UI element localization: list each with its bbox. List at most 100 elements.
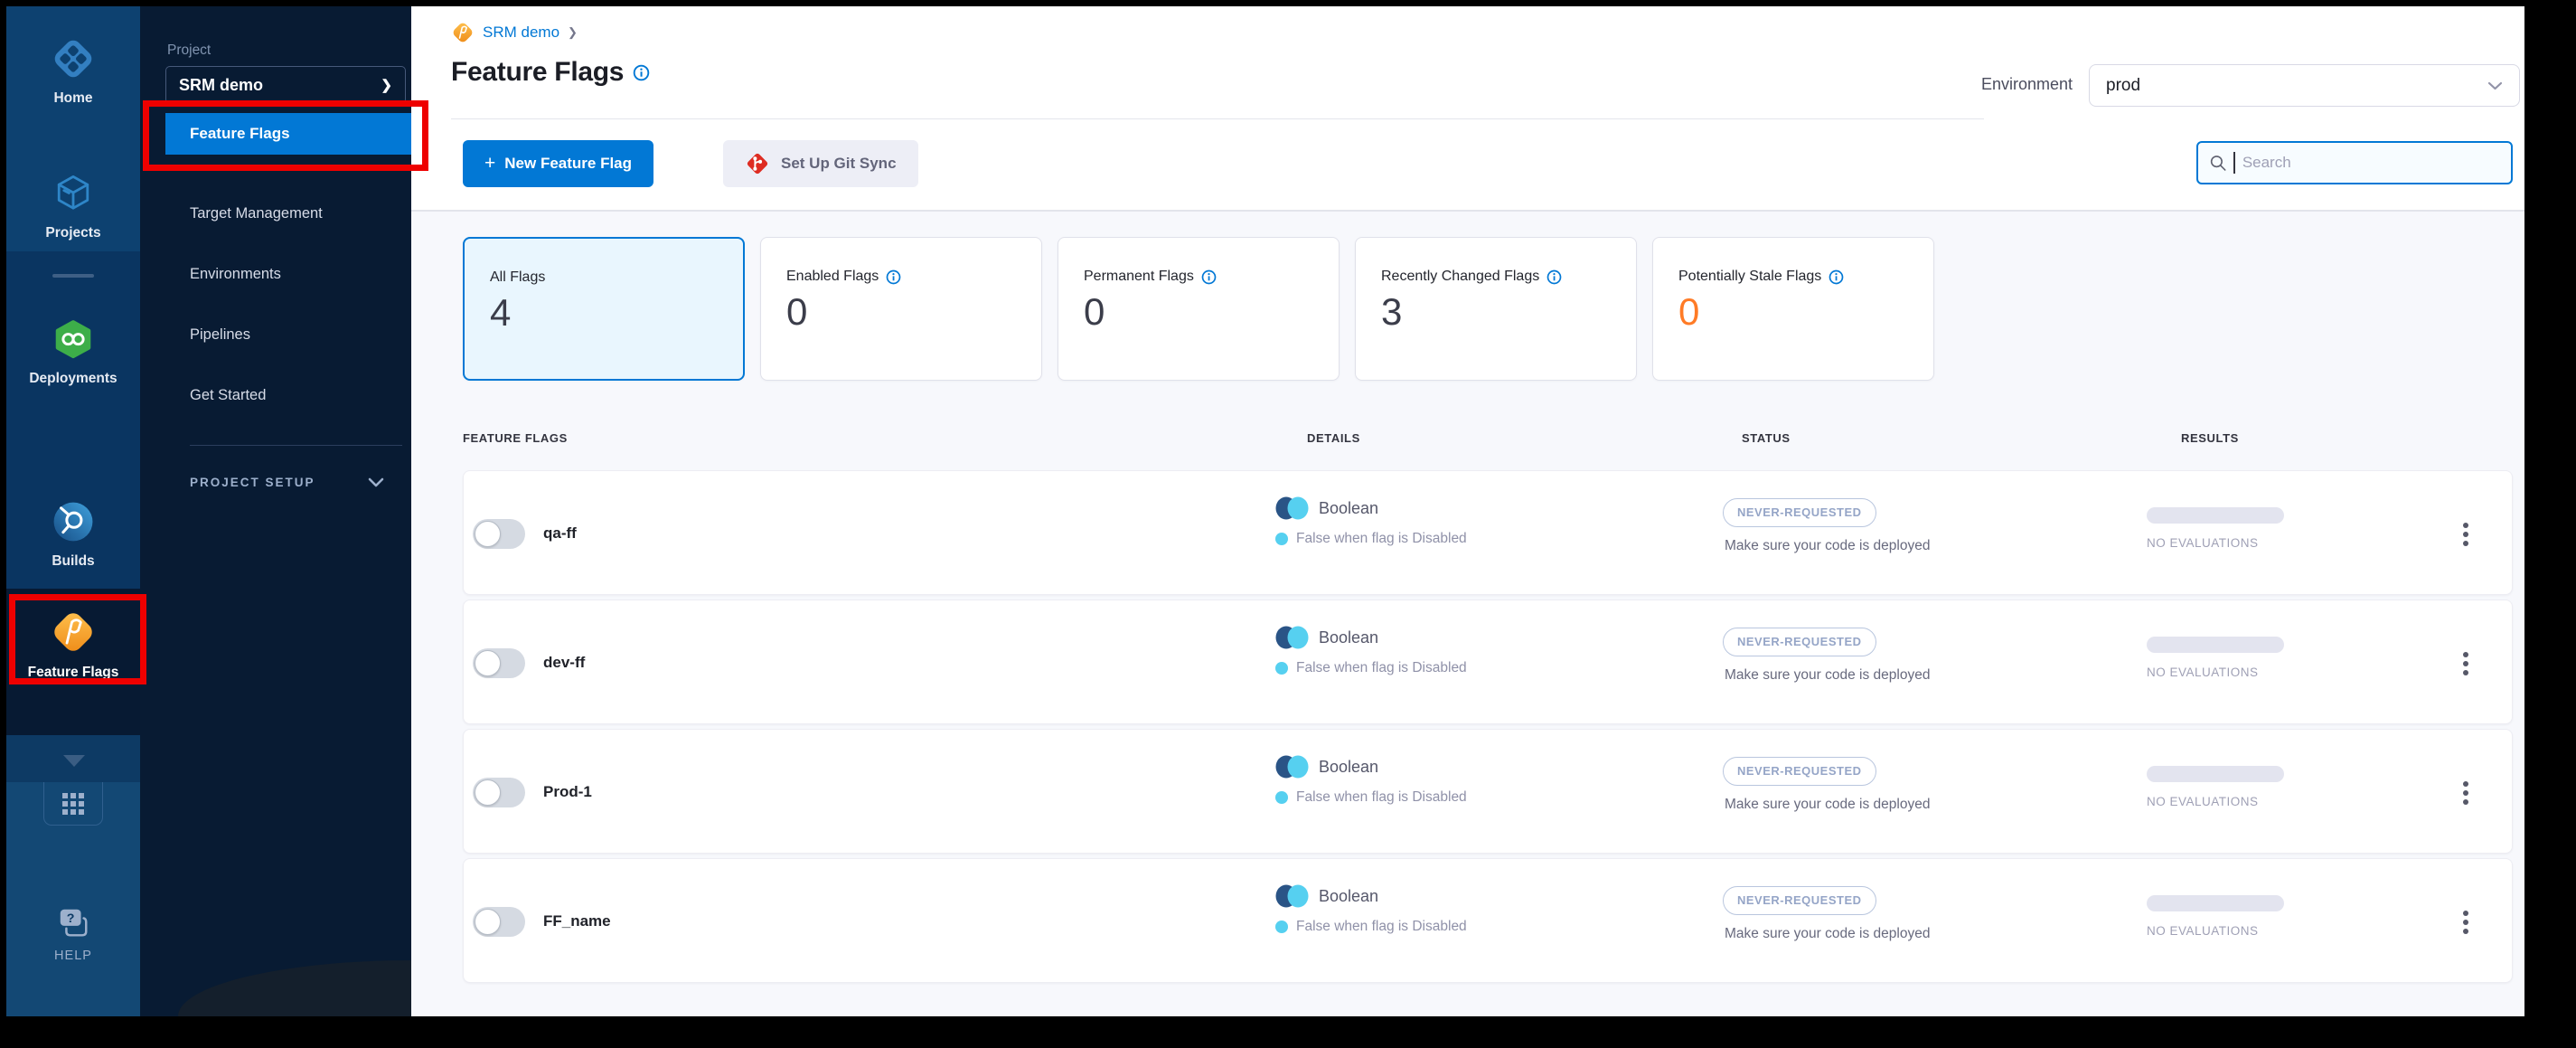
stat-value: 0 <box>786 290 808 333</box>
flag-toggle[interactable] <box>473 519 525 549</box>
table-row[interactable]: Prod-1 Boolean False when flag is Disabl… <box>463 729 2513 854</box>
panel-nav-pipelines[interactable]: Pipelines <box>190 326 250 344</box>
environment-value: prod <box>2106 75 2141 95</box>
status-badge: NEVER-REQUESTED <box>1723 757 1876 786</box>
info-icon[interactable] <box>886 269 901 285</box>
projects-icon <box>57 175 89 210</box>
stat-value: 0 <box>1678 290 1700 333</box>
variation-dot-icon <box>1275 921 1288 933</box>
flag-name: qa-ff <box>543 524 577 542</box>
flag-toggle[interactable] <box>473 907 525 937</box>
table-row[interactable]: FF_name Boolean False when flag is Disab… <box>463 858 2513 983</box>
flag-name: Prod-1 <box>543 783 592 800</box>
new-feature-flag-button[interactable]: + New Feature Flag <box>463 140 654 187</box>
environment-select[interactable]: prod <box>2089 64 2520 107</box>
column-header-details: DETAILS <box>1307 431 1360 445</box>
page-title: Feature Flags <box>451 57 625 87</box>
chevron-right-icon: ❯ <box>568 25 578 39</box>
variation-dot-icon <box>1275 791 1288 804</box>
row-menu-button[interactable] <box>2450 644 2481 684</box>
sidebar-item-builds[interactable]: Builds <box>6 499 140 570</box>
stat-card-enabled-flags[interactable]: Enabled Flags 0 <box>760 237 1042 381</box>
panel-nav-environments[interactable]: Environments <box>190 266 281 283</box>
app-window: Home Projects Deployments Builds Feature… <box>6 6 2524 1016</box>
stat-card-potentially-stale-flags[interactable]: Potentially Stale Flags 0 <box>1652 237 1934 381</box>
project-setup-label: PROJECT SETUP <box>190 476 315 489</box>
help-icon: ? <box>60 909 88 937</box>
flag-type: Boolean <box>1319 886 1379 905</box>
info-icon[interactable] <box>1829 269 1844 285</box>
panel-nav-get-started[interactable]: Get Started <box>190 387 266 404</box>
toggle-knob <box>475 521 501 547</box>
flag-type: Boolean <box>1319 757 1379 776</box>
toggle-knob <box>475 779 501 806</box>
home-icon <box>54 40 92 78</box>
boolean-type-icon <box>1275 626 1309 649</box>
svg-text:?: ? <box>67 911 75 926</box>
main-content: SRM demo ❯ Feature Flags Environment pro… <box>411 6 2524 1016</box>
sidebar-item-home[interactable]: Home <box>6 36 140 107</box>
info-icon[interactable] <box>1201 269 1217 285</box>
default-rule: False when flag is Disabled <box>1296 660 1467 675</box>
chevron-down-icon <box>368 477 384 487</box>
column-header-status: STATUS <box>1742 431 1791 445</box>
boolean-type-icon <box>1275 884 1309 908</box>
text-caret <box>2233 152 2235 174</box>
boolean-type-icon <box>1275 755 1309 779</box>
stat-value: 4 <box>490 291 512 334</box>
variation-dot-icon <box>1275 662 1288 675</box>
table-row[interactable]: qa-ff Boolean False when flag is Disable… <box>463 470 2513 595</box>
breadcrumb-project-link[interactable]: SRM demo <box>483 24 559 42</box>
sidebar-item-label: Home <box>53 90 93 106</box>
toggle-knob <box>475 650 501 676</box>
chevron-right-icon: ❯ <box>381 78 392 93</box>
deployments-icon <box>55 320 91 359</box>
search-box <box>2196 141 2513 184</box>
sidebar-item-feature-flags[interactable]: Feature Flags <box>6 609 140 681</box>
sidebar-item-deployments[interactable]: Deployments <box>6 318 140 387</box>
search-icon <box>2210 156 2226 171</box>
panel-nav-label: Feature Flags <box>190 125 290 142</box>
help-button[interactable]: ? HELP <box>6 906 140 963</box>
results-note: NO EVALUATIONS <box>2147 536 2259 550</box>
toggle-knob <box>475 909 501 935</box>
chevron-down-icon <box>2487 81 2503 90</box>
flag-toggle[interactable] <box>473 778 525 807</box>
flag-name: dev-ff <box>543 654 586 671</box>
column-header-feature-flags: FEATURE FLAGS <box>463 431 568 445</box>
project-selector[interactable]: SRM demo ❯ <box>165 66 406 104</box>
info-icon[interactable] <box>1547 269 1562 285</box>
feature-flags-icon <box>54 613 92 651</box>
panel-nav-feature-flags[interactable]: Feature Flags <box>165 113 411 155</box>
flag-name: FF_name <box>543 912 611 930</box>
status-note: Make sure your code is deployed <box>1725 926 1931 941</box>
module-switcher-button[interactable] <box>43 782 103 826</box>
default-rule: False when flag is Disabled <box>1296 531 1467 546</box>
boolean-type-icon <box>1275 496 1309 520</box>
row-menu-button[interactable] <box>2450 515 2481 554</box>
sidebar-item-projects[interactable]: Projects <box>6 169 140 241</box>
git-sync-label: Set Up Git Sync <box>781 155 897 172</box>
set-up-git-sync-button[interactable]: Set Up Git Sync <box>723 140 918 187</box>
row-menu-button[interactable] <box>2450 773 2481 813</box>
stat-card-permanent-flags[interactable]: Permanent Flags 0 <box>1058 237 1340 381</box>
sidebar-item-label: Projects <box>45 225 101 241</box>
stat-card-all-flags[interactable]: All Flags 4 <box>463 237 745 381</box>
flag-toggle[interactable] <box>473 648 525 678</box>
status-badge: NEVER-REQUESTED <box>1723 886 1876 915</box>
plus-icon: + <box>484 153 496 174</box>
evaluations-bar <box>2147 637 2284 653</box>
row-menu-button[interactable] <box>2450 902 2481 942</box>
table-row[interactable]: dev-ff Boolean False when flag is Disabl… <box>463 600 2513 724</box>
sidebar-item-label: Feature Flags <box>27 665 119 680</box>
panel-divider <box>190 445 402 446</box>
search-input[interactable] <box>2242 154 2500 172</box>
panel-decorative-swoosh <box>178 960 411 1016</box>
breadcrumb: SRM demo ❯ <box>451 21 578 44</box>
info-icon[interactable] <box>633 64 650 81</box>
rail-collapse-chevron-icon[interactable] <box>63 755 85 767</box>
stat-card-recently-changed-flags[interactable]: Recently Changed Flags 3 <box>1355 237 1637 381</box>
project-setup-toggle[interactable]: PROJECT SETUP <box>190 476 384 489</box>
panel-nav-target-management[interactable]: Target Management <box>190 205 323 222</box>
header-divider <box>451 118 1984 119</box>
